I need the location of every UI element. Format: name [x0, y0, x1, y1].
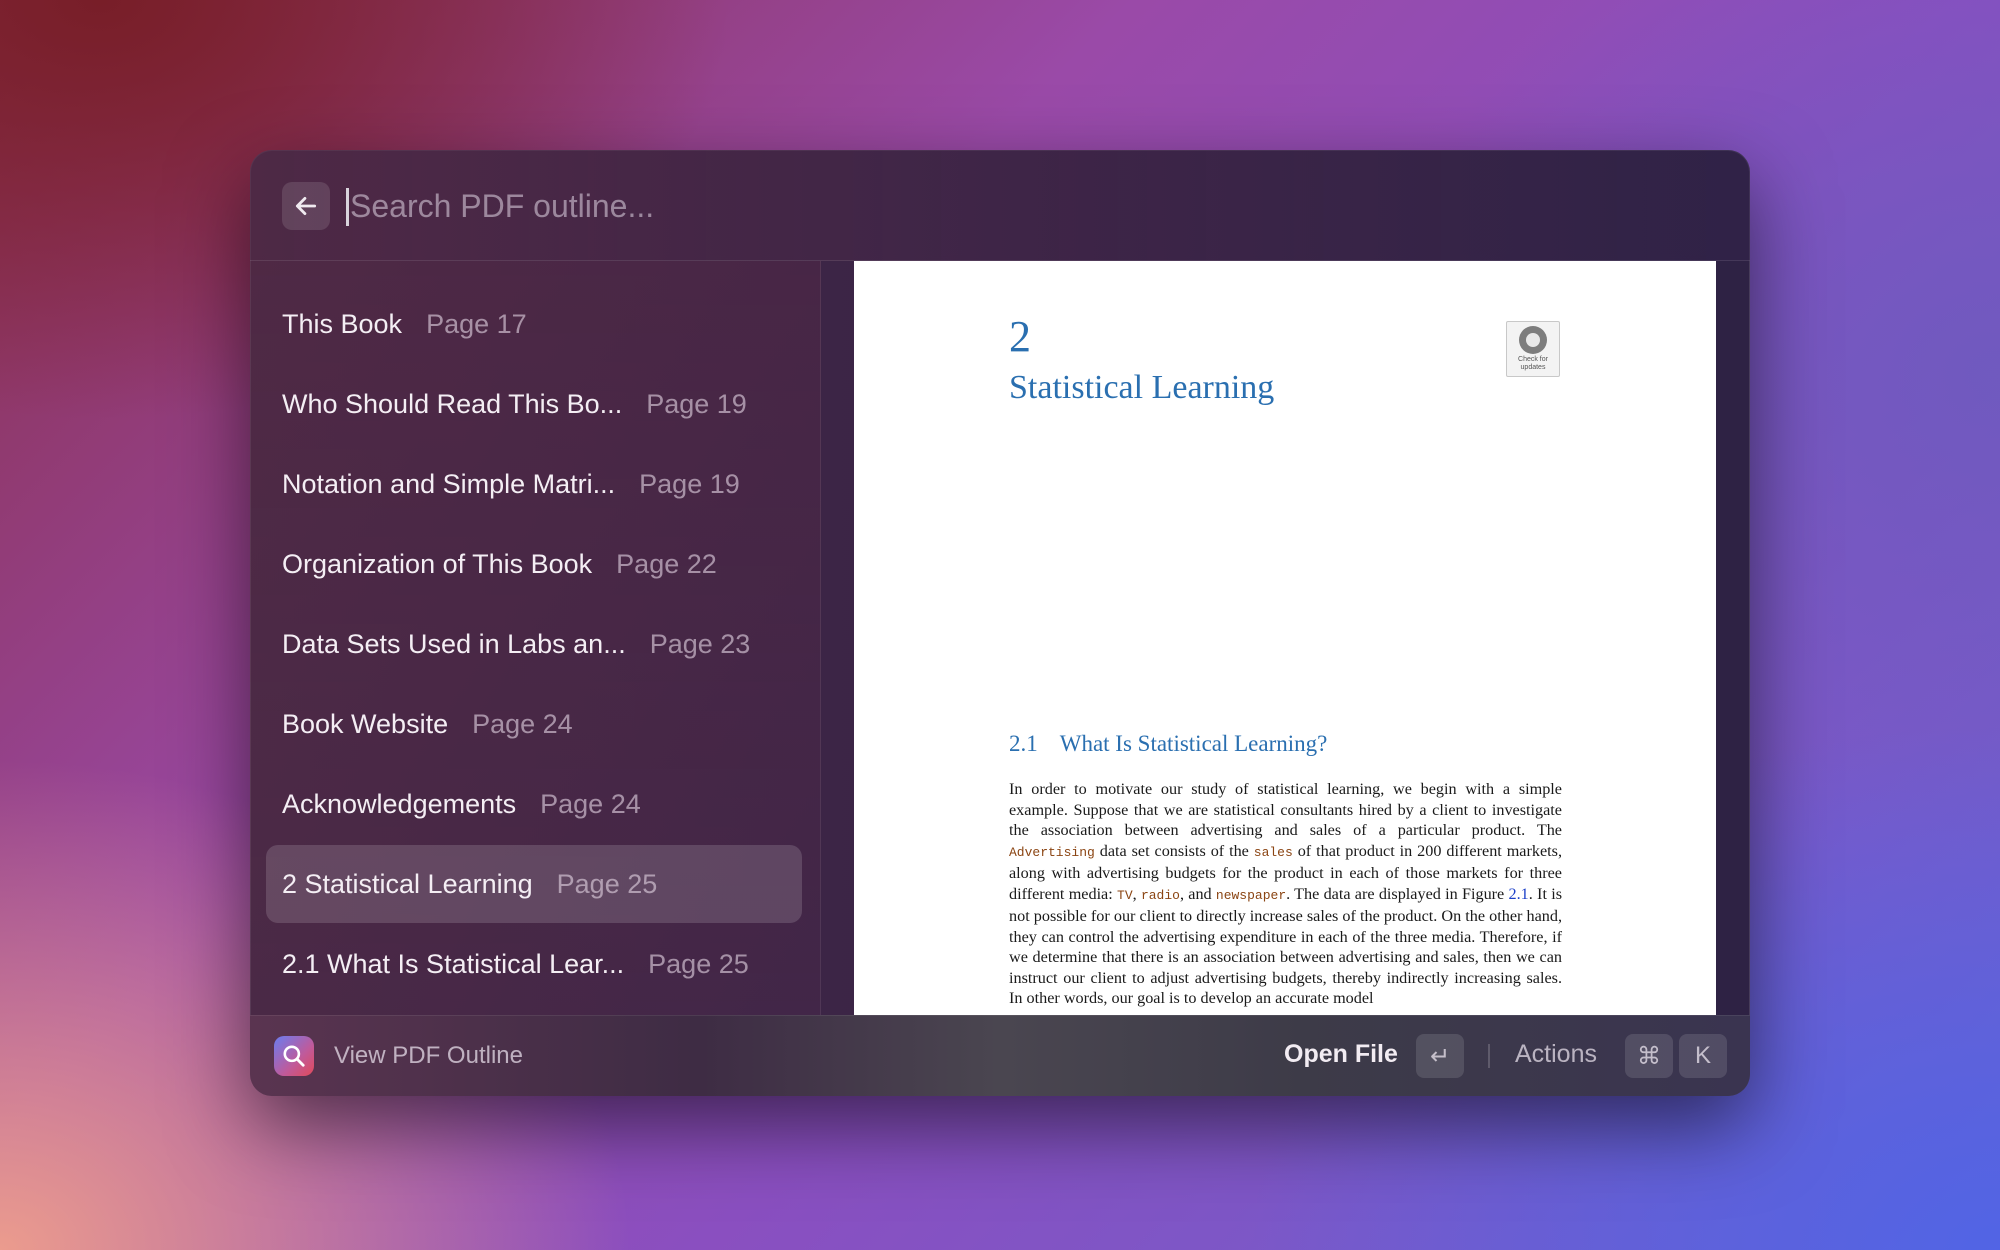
dataset-name: Advertising [1009, 844, 1095, 860]
command-title: View PDF Outline [334, 1042, 523, 1069]
variable-name: radio [1140, 887, 1180, 903]
check-for-updates-badge[interactable]: Check for updates [1506, 321, 1560, 377]
body-text-run: In order to motivate our study of statis… [1009, 780, 1562, 839]
outline-item-title: This Book [282, 308, 403, 339]
crossmark-icon [1519, 326, 1547, 354]
magnifier-icon [283, 1045, 305, 1067]
outline-item-page: Page 19 [646, 388, 747, 419]
outline-item-page: Page 19 [639, 468, 740, 499]
outline-item-title: Acknowledgements [282, 788, 517, 819]
chapter-number: 2 [1009, 312, 1031, 361]
outline-item-page: Page 17 [426, 308, 527, 339]
outline-item-page: Page 23 [649, 628, 751, 659]
action-divider [1488, 1044, 1490, 1068]
outline-item-title: Organization of This Book [282, 548, 593, 579]
section-heading: 2.1 What Is Statistical Learning? [1009, 731, 1327, 757]
body-paragraph: In order to motivate our study of statis… [1009, 779, 1562, 1009]
outline-item[interactable]: Who Should Read This Bo... Page 19 [266, 365, 802, 443]
outline-item-page: Page 24 [540, 788, 641, 819]
variable-name: sales [1253, 844, 1293, 860]
outline-item-page: Page 25 [648, 948, 749, 979]
figure-reference-link[interactable]: 2.1 [1509, 885, 1529, 903]
body-text-run: . The data are displayed in Figure [1286, 884, 1509, 903]
open-file-button[interactable]: Open File [1284, 1040, 1398, 1069]
outline-item-title: 2.1 What Is Statistical Lear... [282, 948, 625, 979]
section-number: 2.1 [1009, 731, 1038, 756]
outline-item[interactable]: Book Website Page 24 [266, 685, 802, 763]
outline-item[interactable]: Notation and Simple Matri... Page 19 [266, 445, 802, 523]
back-button[interactable] [282, 182, 330, 230]
outline-item-title: 2 Statistical Learning [282, 868, 533, 899]
text-caret [346, 188, 349, 226]
variable-name: TV [1117, 887, 1133, 903]
outline-item-page: Page 25 [556, 868, 658, 899]
body-text-run: data set consists of the [1094, 841, 1254, 860]
pdf-page-preview[interactable]: 2 Statistical Learning Check for updates… [854, 261, 1716, 1016]
outline-item-title: Who Should Read This Bo... [282, 388, 623, 419]
app-icon [274, 1036, 314, 1076]
pdf-outline-window: This Book Page 17 Who Should Read This B… [250, 150, 1750, 1096]
outline-item[interactable]: Data Sets Used in Labs an... Page 23 [266, 605, 802, 683]
k-key-hint[interactable]: K [1679, 1034, 1727, 1078]
outline-item[interactable]: Acknowledgements Page 24 [266, 765, 802, 843]
search-input[interactable] [350, 174, 1650, 238]
outline-item-page: Page 22 [616, 548, 717, 579]
section-title: What Is Statistical Learning? [1059, 731, 1328, 756]
body-text-run: , [1132, 884, 1141, 903]
check-updates-label: Check for updates [1518, 356, 1548, 371]
variable-name: newspaper [1215, 887, 1287, 903]
command-key-hint[interactable]: ⌘ [1625, 1034, 1673, 1078]
action-bar: View PDF Outline Open File ↵ Actions ⌘ K [250, 1015, 1750, 1096]
arrow-left-icon [295, 197, 317, 215]
outline-item-page: Page 24 [472, 708, 573, 739]
outline-list: This Book Page 17 Who Should Read This B… [250, 261, 821, 1016]
search-header [250, 150, 1750, 261]
enter-key-hint[interactable]: ↵ [1416, 1034, 1464, 1078]
outline-item[interactable]: Organization of This Book Page 22 [266, 525, 802, 603]
outline-item-selected[interactable]: 2 Statistical Learning Page 25 [266, 845, 802, 923]
body-text-run: , and [1179, 884, 1216, 903]
outline-item[interactable]: This Book Page 17 [266, 285, 802, 363]
actions-button[interactable]: Actions [1515, 1040, 1597, 1069]
outline-item-title: Notation and Simple Matri... [282, 468, 616, 499]
outline-item[interactable]: 2.1 What Is Statistical Lear... Page 25 [266, 925, 802, 1003]
outline-item-title: Book Website [282, 708, 449, 739]
outline-item-title: Data Sets Used in Labs an... [282, 628, 626, 659]
chapter-title: Statistical Learning [1009, 369, 1275, 406]
